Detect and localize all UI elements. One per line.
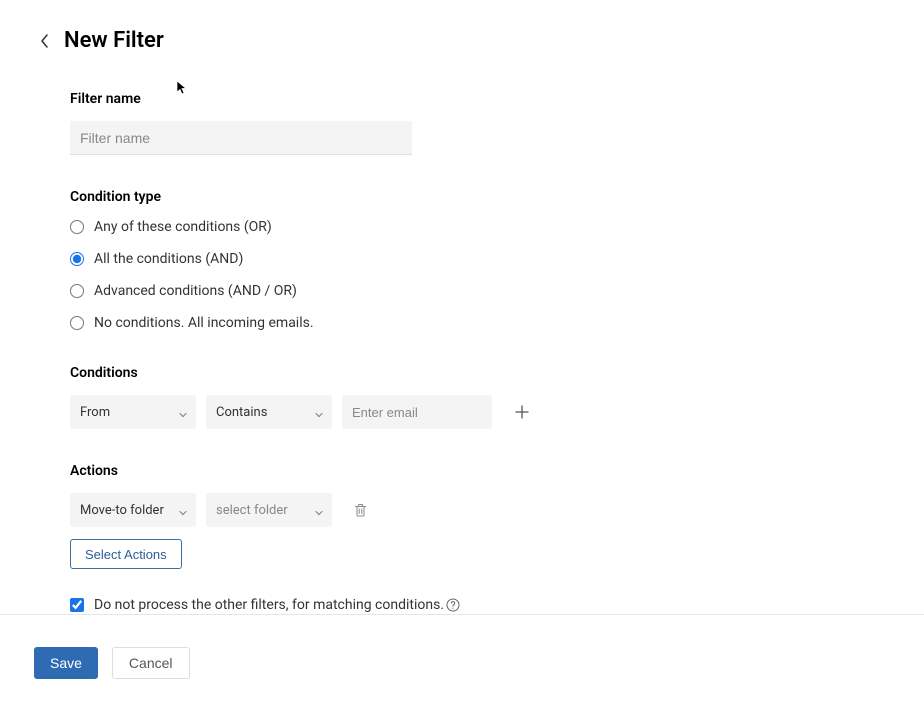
chevron-down-icon (315, 506, 323, 514)
action-target-value: select folder (216, 503, 288, 518)
condition-field-value: From (80, 405, 110, 420)
condition-field-select[interactable]: From (70, 395, 196, 429)
action-type-value: Move-to folder (80, 503, 164, 518)
radio-or[interactable] (70, 220, 84, 234)
radio-option-none[interactable]: No conditions. All incoming emails. (70, 315, 924, 331)
filter-name-input[interactable] (70, 121, 412, 155)
cancel-button[interactable]: Cancel (112, 647, 190, 679)
condition-operator-value: Contains (216, 405, 267, 420)
chevron-down-icon (315, 408, 323, 416)
select-actions-button[interactable]: Select Actions (70, 539, 182, 569)
radio-advanced[interactable] (70, 284, 84, 298)
radio-option-and[interactable]: All the conditions (AND) (70, 251, 924, 267)
stop-processing-label: Do not process the other filters, for ma… (94, 597, 444, 613)
action-target-select[interactable]: select folder (206, 493, 332, 527)
stop-processing-checkbox[interactable] (70, 598, 84, 612)
stop-processing-checkbox-row[interactable]: Do not process the other filters, for ma… (70, 597, 924, 613)
actions-row: Move-to folder select folder (70, 493, 924, 527)
footer: Save Cancel (0, 614, 924, 710)
filter-name-label: Filter name (70, 91, 924, 107)
radio-and-label: All the conditions (AND) (94, 251, 243, 267)
radio-none[interactable] (70, 316, 84, 330)
condition-type-label: Condition type (70, 189, 924, 205)
delete-action-icon[interactable] (348, 498, 372, 522)
radio-none-label: No conditions. All incoming emails. (94, 315, 314, 331)
chevron-down-icon (179, 408, 187, 416)
page-title: New Filter (64, 28, 164, 53)
radio-advanced-label: Advanced conditions (AND / OR) (94, 283, 297, 299)
condition-type-radio-group: Any of these conditions (OR) All the con… (70, 219, 924, 331)
condition-operator-select[interactable]: Contains (206, 395, 332, 429)
radio-option-or[interactable]: Any of these conditions (OR) (70, 219, 924, 235)
radio-or-label: Any of these conditions (OR) (94, 219, 272, 235)
actions-label: Actions (70, 463, 924, 479)
radio-option-advanced[interactable]: Advanced conditions (AND / OR) (70, 283, 924, 299)
action-type-select[interactable]: Move-to folder (70, 493, 196, 527)
conditions-label: Conditions (70, 365, 924, 381)
add-condition-icon[interactable] (510, 400, 534, 424)
back-icon[interactable] (36, 32, 54, 50)
help-icon[interactable] (446, 598, 460, 612)
radio-and[interactable] (70, 252, 84, 266)
save-button[interactable]: Save (34, 647, 98, 679)
condition-row: From Contains (70, 395, 924, 429)
chevron-down-icon (179, 506, 187, 514)
condition-value-input[interactable] (342, 395, 492, 429)
